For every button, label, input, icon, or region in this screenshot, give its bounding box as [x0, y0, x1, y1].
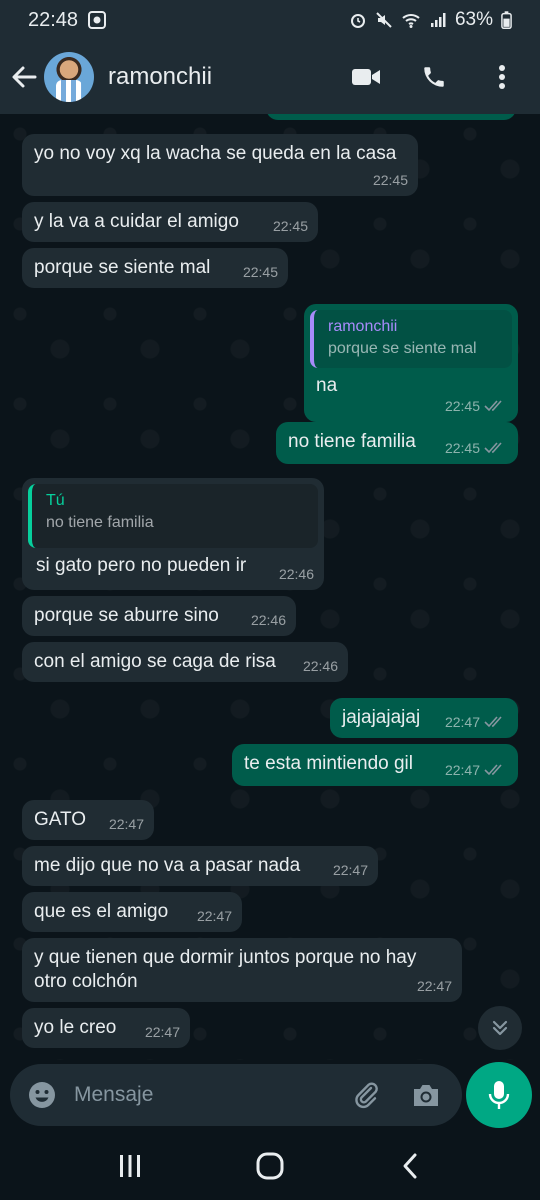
- message-time: 22:45: [272, 218, 308, 234]
- battery-percent: 63%: [454, 9, 493, 30]
- message-incoming[interactable]: y la va a cuidar el amigo 22:45: [22, 202, 318, 242]
- message-time: 22:47: [332, 862, 368, 878]
- phone-icon: [424, 67, 444, 87]
- message-time: 22:47: [196, 908, 232, 924]
- message-time: 22:47: [444, 714, 480, 730]
- mic-icon: [488, 1081, 510, 1109]
- status-time: 22:48: [28, 8, 79, 31]
- alarm-icon: [350, 14, 365, 28]
- message-time: 22:45: [242, 264, 278, 280]
- emoji-button[interactable]: [22, 1075, 62, 1115]
- message-time: 22:46: [302, 658, 338, 674]
- voice-call-button[interactable]: [414, 57, 454, 97]
- message-incoming[interactable]: que es el amigo 22:47: [22, 892, 242, 932]
- system-nav-bar: [0, 1132, 540, 1200]
- message-incoming[interactable]: porque se aburre sino 22:46: [22, 596, 296, 636]
- message-incoming[interactable]: yo le creo 22:47: [22, 1008, 190, 1048]
- message-time: 22:47: [108, 816, 144, 832]
- quoted-text: no tiene familia: [46, 514, 154, 531]
- signal-icon: [430, 13, 446, 27]
- video-call-icon: [352, 69, 380, 85]
- camera-button[interactable]: [406, 1075, 446, 1115]
- quoted-sender: Tú: [46, 492, 65, 509]
- message-input[interactable]: [74, 1083, 314, 1107]
- voice-message-button[interactable]: [466, 1062, 532, 1128]
- battery-icon: [501, 11, 512, 29]
- avatar[interactable]: [44, 52, 94, 102]
- home-icon: [256, 1152, 284, 1180]
- message-time: 22:46: [250, 612, 286, 628]
- partial-outgoing-bubble: [266, 114, 516, 120]
- scroll-down-icon: [492, 1020, 508, 1036]
- read-ticks-icon: [484, 716, 502, 728]
- camera-icon: [414, 1085, 438, 1106]
- attach-button[interactable]: [346, 1075, 386, 1115]
- back-nav-button[interactable]: [380, 1141, 440, 1191]
- message-text: porque se siente mal: [34, 257, 211, 278]
- message-time: 22:45: [444, 440, 480, 456]
- read-ticks-icon: [484, 400, 502, 412]
- message-input-container: [10, 1064, 462, 1126]
- message-text: me dijo que no va a pasar nada: [34, 855, 301, 876]
- message-outgoing[interactable]: te esta mintiendo gil 22:47: [232, 744, 518, 786]
- quoted-text: porque se siente mal: [328, 340, 477, 357]
- message-time: 22:47: [444, 762, 480, 778]
- chat-header: ramonchii: [0, 40, 540, 114]
- chat-messages[interactable]: yo no voy xq la wacha se queda en la cas…: [0, 114, 540, 1060]
- message-text: yo no voy xq la wacha se queda en la cas…: [34, 143, 397, 164]
- message-text: si gato pero no pueden ir: [36, 555, 247, 576]
- message-outgoing-reply[interactable]: ramonchii porque se siente mal na 22:45: [304, 304, 518, 422]
- back-nav-icon: [403, 1153, 417, 1179]
- message-incoming[interactable]: con el amigo se caga de risa 22:46: [22, 642, 348, 682]
- mute-icon: [376, 12, 392, 28]
- message-time: 22:45: [444, 398, 480, 414]
- more-options-icon: [499, 65, 505, 89]
- scroll-down-button[interactable]: [478, 1006, 522, 1050]
- message-text: con el amigo se caga de risa: [34, 651, 276, 672]
- recents-icon: [120, 1155, 140, 1177]
- read-ticks-icon: [484, 764, 502, 776]
- message-incoming[interactable]: me dijo que no va a pasar nada 22:47: [22, 846, 378, 886]
- quoted-message[interactable]: ramonchii porque se siente mal: [310, 310, 512, 368]
- home-button[interactable]: [240, 1141, 300, 1191]
- screenshot-notification-icon: [88, 11, 107, 29]
- message-outgoing[interactable]: jajajajajaj 22:47: [330, 698, 518, 738]
- message-text: porque se aburre sino: [34, 605, 219, 626]
- message-text-line2: otro colchón: [34, 971, 138, 992]
- status-bar: 22:48 63%: [0, 0, 540, 40]
- message-time: 22:46: [278, 566, 314, 582]
- attach-icon: [355, 1082, 378, 1109]
- message-time: 22:47: [416, 978, 452, 994]
- message-incoming-reply[interactable]: Tú no tiene familia si gato pero no pued…: [22, 478, 324, 590]
- video-call-button[interactable]: [346, 57, 386, 97]
- message-incoming[interactable]: yo no voy xq la wacha se queda en la cas…: [22, 134, 418, 196]
- back-arrow-icon: [12, 66, 37, 88]
- read-ticks-icon: [484, 442, 502, 454]
- contact-name[interactable]: ramonchii: [108, 63, 212, 91]
- message-time: 22:47: [144, 1024, 180, 1040]
- quoted-sender: ramonchii: [328, 318, 398, 335]
- message-time: 22:45: [372, 172, 408, 188]
- quoted-message[interactable]: Tú no tiene familia: [28, 484, 318, 548]
- emoji-icon: [29, 1082, 55, 1108]
- message-text: y que tienen que dormir juntos porque no…: [34, 947, 417, 968]
- wifi-icon: [402, 14, 420, 28]
- message-text: y la va a cuidar el amigo: [34, 211, 239, 232]
- message-incoming[interactable]: GATO 22:47: [22, 800, 154, 840]
- more-options-button[interactable]: [482, 57, 522, 97]
- message-incoming[interactable]: y que tienen que dormir juntos porque no…: [22, 938, 462, 1002]
- back-button[interactable]: [2, 55, 46, 99]
- message-outgoing[interactable]: no tiene familia 22:45: [276, 422, 518, 464]
- recents-button[interactable]: [100, 1141, 160, 1191]
- message-incoming[interactable]: porque se siente mal 22:45: [22, 248, 288, 288]
- compose-bar: [0, 1060, 540, 1132]
